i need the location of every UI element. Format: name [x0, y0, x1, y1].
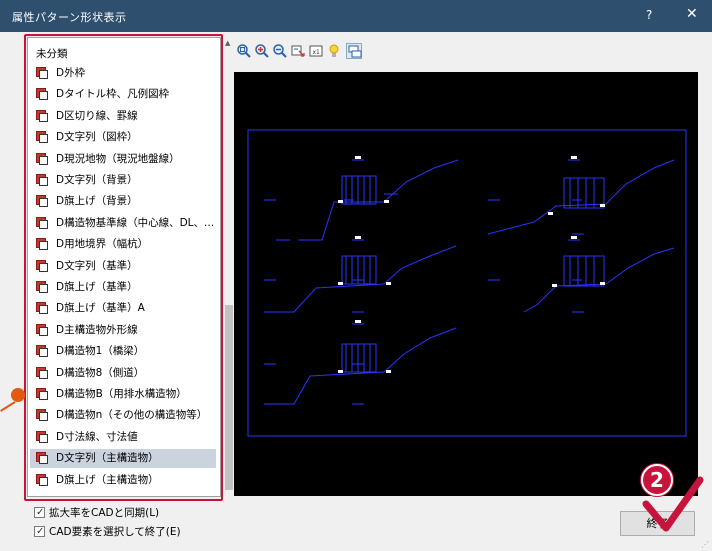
light-bulb-icon[interactable]	[326, 43, 342, 59]
list-scrollbar[interactable]: ▲	[222, 37, 234, 497]
zoom-fit-icon[interactable]	[236, 43, 252, 59]
cross-section-1	[264, 159, 459, 241]
scroll-thumb[interactable]	[225, 305, 233, 490]
scroll-up-icon[interactable]: ▲	[225, 39, 230, 47]
cross-section-4	[488, 239, 675, 313]
checkmark-icon	[642, 476, 704, 532]
sync-zoom-label: 拡大率をCADと同期(L)	[49, 507, 160, 519]
title-bar: 属性パターン形状表示 ? ✕	[0, 0, 712, 32]
zoom-in-icon[interactable]	[254, 43, 270, 59]
pan-icon[interactable]	[290, 43, 306, 59]
scale-1x-icon[interactable]: x1	[308, 43, 324, 59]
svg-text:x1: x1	[313, 49, 321, 56]
checkbox-box[interactable]	[34, 524, 45, 540]
layer-icon[interactable]	[346, 43, 362, 59]
highlight-frame	[24, 34, 223, 501]
cross-section-3	[264, 239, 457, 313]
select-and-exit-label: CAD要素を選択して終了(E)	[49, 526, 181, 538]
drawing-markers	[338, 156, 605, 373]
callout-dot	[11, 388, 25, 402]
checkbox-box[interactable]	[34, 505, 45, 521]
cross-section-2	[487, 159, 675, 235]
cross-section-5	[264, 323, 457, 405]
help-button[interactable]: ?	[646, 8, 652, 22]
zoom-out-icon[interactable]	[272, 43, 288, 59]
resize-grip-icon[interactable]: ⋰	[701, 540, 709, 549]
preview-canvas[interactable]	[234, 72, 698, 496]
close-button[interactable]: ✕	[686, 6, 698, 22]
window-title: 属性パターン形状表示	[12, 11, 127, 24]
drawing-frame	[247, 129, 687, 437]
cad-drawing	[247, 129, 687, 437]
